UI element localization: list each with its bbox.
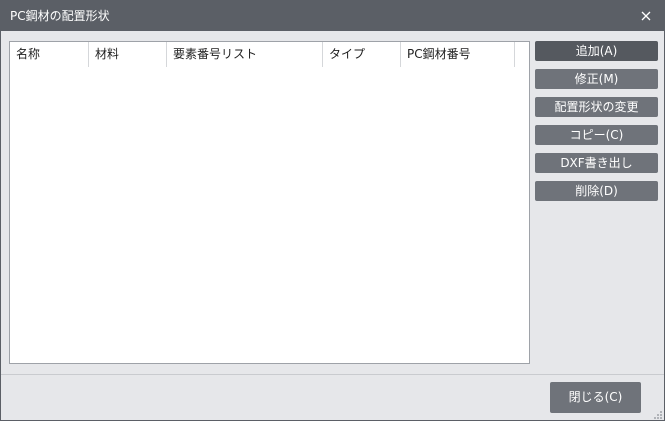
close-icon[interactable] <box>638 8 654 24</box>
title-bar[interactable]: PC鋼材の配置形状 <box>1 1 664 31</box>
close-button[interactable]: 閉じる(C) <box>550 382 641 413</box>
column-header-strand-number[interactable]: PC鋼材番号 <box>401 42 515 67</box>
edit-button[interactable]: 修正(M) <box>535 69 658 89</box>
resize-grip-icon[interactable] <box>653 405 663 419</box>
add-button[interactable]: 追加(A) <box>535 41 658 61</box>
column-header-name[interactable]: 名称 <box>10 42 89 67</box>
dxf-export-button[interactable]: DXF書き出し <box>535 153 658 173</box>
change-shape-button[interactable]: 配置形状の変更 <box>535 97 658 117</box>
list-header: 名称 材料 要素番号リスト タイプ PC鋼材番号 <box>10 42 529 67</box>
window-title: PC鋼材の配置形状 <box>10 9 110 23</box>
column-header-material[interactable]: 材料 <box>89 42 167 67</box>
pc-strand-layout-dialog: PC鋼材の配置形状 名称 材料 要素番号リスト タイプ PC鋼材番号 追加(A)… <box>0 0 665 421</box>
strand-list[interactable]: 名称 材料 要素番号リスト タイプ PC鋼材番号 <box>9 41 530 364</box>
column-header-type[interactable]: タイプ <box>323 42 401 67</box>
footer-divider <box>1 374 664 375</box>
column-header-element-list[interactable]: 要素番号リスト <box>167 42 323 67</box>
delete-button[interactable]: 削除(D) <box>535 181 658 201</box>
copy-button[interactable]: コピー(C) <box>535 125 658 145</box>
